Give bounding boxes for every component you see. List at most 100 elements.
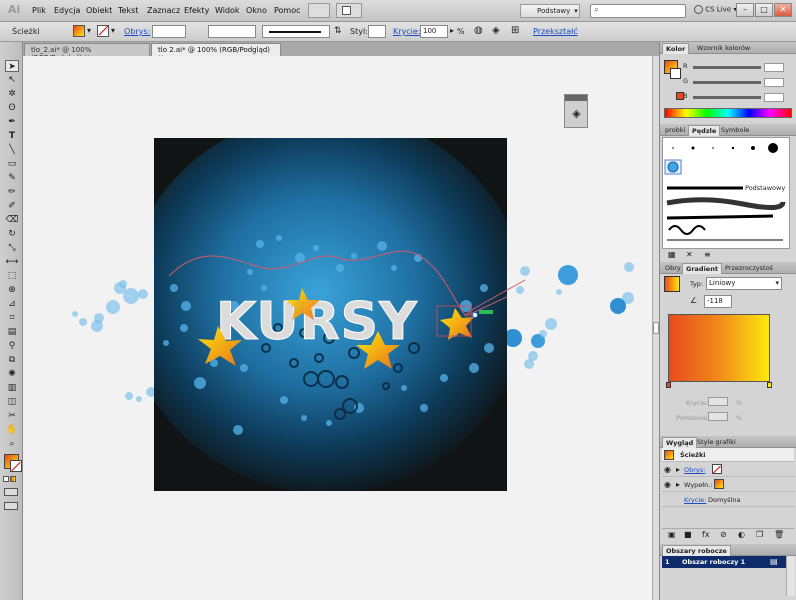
tab-probki[interactable]: probki: [662, 125, 688, 136]
screen-mode-icon[interactable]: [4, 502, 18, 510]
tab-pedzle[interactable]: Pędzle: [688, 125, 721, 136]
gradient-slider[interactable]: [668, 314, 770, 382]
chevron-right-icon[interactable]: ▸: [676, 465, 680, 474]
magic-wand-tool-icon[interactable]: ✲: [5, 88, 19, 100]
tab-gradient[interactable]: Gradient: [682, 263, 722, 274]
stroke-options-icon[interactable]: ⇅: [334, 26, 342, 36]
stroke-weight-field[interactable]: [152, 25, 186, 38]
r-slider[interactable]: [693, 66, 761, 69]
menu-efekty[interactable]: Efekty: [184, 6, 209, 15]
artboard-row[interactable]: 1 Obszar roboczy 1 ▤: [662, 556, 786, 568]
floating-layers-panel[interactable]: ◈: [564, 94, 588, 128]
b-slider[interactable]: [693, 96, 761, 99]
tab-obszary-robocze[interactable]: Obszary robocze: [662, 545, 731, 556]
workspace-switcher[interactable]: Podstawy ▾: [520, 4, 580, 18]
graphic-style-swatch[interactable]: [368, 25, 386, 38]
g-slider[interactable]: [693, 81, 761, 84]
slice-tool-icon[interactable]: ✂: [5, 410, 19, 422]
tab-document-2[interactable]: tlo 2.ai* @ 100% (RGB/Podgląd) ✕: [151, 43, 281, 62]
line-tool-icon[interactable]: ╲: [5, 144, 19, 156]
eraser-tool-icon[interactable]: ⌫: [5, 214, 19, 226]
stroke-none-swatch[interactable]: [712, 464, 722, 474]
appearance-opacity-link[interactable]: Krycie:: [684, 496, 706, 504]
pencil-tool-icon[interactable]: ✏: [5, 186, 19, 198]
menu-tekst[interactable]: Tekst: [118, 6, 138, 15]
stroke-link[interactable]: Obrys:: [124, 27, 150, 36]
zoom-tool-icon[interactable]: ⌕: [5, 438, 19, 450]
tab-symbole[interactable]: Symbole: [718, 125, 752, 136]
trash-icon[interactable]: 🗑: [774, 530, 784, 539]
opacity-input[interactable]: 100: [420, 25, 448, 38]
direct-selection-tool-icon[interactable]: ↖: [5, 74, 19, 86]
rectangle-tool-icon[interactable]: ▭: [5, 158, 19, 170]
color-spectrum[interactable]: [664, 108, 792, 118]
rotate-tool-icon[interactable]: ↻: [5, 228, 19, 240]
duplicate-icon[interactable]: ❐: [756, 530, 763, 539]
tab-wzornik[interactable]: Wzornik kolorów: [694, 43, 753, 54]
fill-swatch[interactable]: [73, 25, 85, 37]
artboard-tool-icon[interactable]: ◫: [5, 396, 19, 408]
add-effect-icon[interactable]: fx: [702, 530, 710, 539]
column-graph-tool-icon[interactable]: ▥: [5, 382, 19, 394]
b-value[interactable]: [764, 93, 784, 102]
tab-style-grafiki[interactable]: Style grafiki: [694, 437, 739, 448]
appearance-row-stroke[interactable]: ◉ ▸ Obrys:: [662, 463, 794, 477]
lasso-tool-icon[interactable]: ʘ: [5, 102, 19, 114]
scale-tool-icon[interactable]: ⤡: [5, 242, 19, 254]
blob-brush-tool-icon[interactable]: ✐: [5, 200, 19, 212]
stroke-swatch[interactable]: [97, 25, 109, 37]
options-icon[interactable]: ≡: [704, 250, 711, 259]
brush-libraries-icon[interactable]: ▦: [668, 250, 676, 259]
gradient-preview[interactable]: [664, 276, 680, 292]
appearance-row-fill[interactable]: ◉ ▸ Wypełn.:: [662, 478, 794, 492]
type-tool-icon[interactable]: T: [5, 130, 19, 142]
gradient-tool-icon[interactable]: ▤: [5, 326, 19, 338]
shape-builder-tool-icon[interactable]: ⊕: [5, 284, 19, 296]
chevron-right-icon[interactable]: ▸: [450, 26, 454, 35]
perspective-grid-tool-icon[interactable]: ⊿: [5, 298, 19, 310]
chevron-down-icon[interactable]: ▾: [87, 26, 91, 35]
brush-definition[interactable]: [262, 25, 330, 38]
color-stroke-box[interactable]: [670, 68, 681, 79]
tab-przezroczystosc[interactable]: Przezroczystoś: [722, 263, 776, 274]
fill-gradient-swatch[interactable]: [714, 479, 724, 489]
symbol-sprayer-tool-icon[interactable]: ✺: [5, 368, 19, 380]
appearance-stroke-link[interactable]: Obrys:: [684, 466, 705, 474]
clear-appearance-icon[interactable]: ⊘: [720, 530, 727, 539]
menu-edycja[interactable]: Edycja: [54, 6, 80, 15]
r-value[interactable]: [764, 63, 784, 72]
menu-pomoc[interactable]: Pomoc: [274, 6, 301, 15]
gradient-mode-icon[interactable]: [10, 476, 16, 482]
angle-input[interactable]: -118: [704, 295, 732, 308]
artboard-options-icon[interactable]: ▤: [770, 557, 778, 566]
arrange-documents-button[interactable]: [336, 3, 362, 18]
menu-widok[interactable]: Widok: [215, 6, 240, 15]
tab-document-1[interactable]: tlo_2.ai* @ 100% (RGB/Podgląd) ✕: [24, 43, 150, 62]
appearance-row-opacity[interactable]: Krycie: Domyślna: [662, 493, 794, 507]
free-transform-tool-icon[interactable]: ⬚: [5, 270, 19, 282]
recolor-artwork-icon[interactable]: ◍: [474, 25, 483, 36]
last-color-swatch[interactable]: [676, 92, 684, 100]
add-fill-icon[interactable]: ■: [684, 530, 692, 539]
add-stroke-icon[interactable]: ▣: [668, 530, 676, 539]
maximize-button[interactable]: □: [755, 3, 773, 17]
transform-link[interactable]: Przekształć: [533, 27, 578, 36]
gradient-stop-start[interactable]: [666, 382, 671, 388]
menu-obiekt[interactable]: Obiekt: [86, 6, 112, 15]
selection-tool-icon[interactable]: ➤: [5, 60, 19, 72]
artboard[interactable]: KURSY: [154, 138, 507, 491]
align-icon[interactable]: ⊞: [511, 25, 519, 36]
mesh-tool-icon[interactable]: ⌗: [5, 312, 19, 324]
menu-plik[interactable]: Plik: [32, 6, 46, 15]
pen-tool-icon[interactable]: ✒: [5, 116, 19, 128]
chevron-right-icon[interactable]: ▸: [676, 480, 680, 489]
tab-wyglad[interactable]: Wygląd: [662, 437, 698, 448]
eyedropper-tool-icon[interactable]: ⚲: [5, 340, 19, 352]
variable-width-profile[interactable]: [208, 25, 256, 38]
draw-mode-icon[interactable]: [4, 488, 18, 496]
gradient-opacity-input[interactable]: [708, 397, 728, 406]
bridge-button[interactable]: [308, 3, 330, 18]
stroke-color-box[interactable]: [10, 460, 22, 472]
reduce-icon[interactable]: ◐: [738, 530, 745, 539]
gradient-location-input[interactable]: [708, 412, 728, 421]
